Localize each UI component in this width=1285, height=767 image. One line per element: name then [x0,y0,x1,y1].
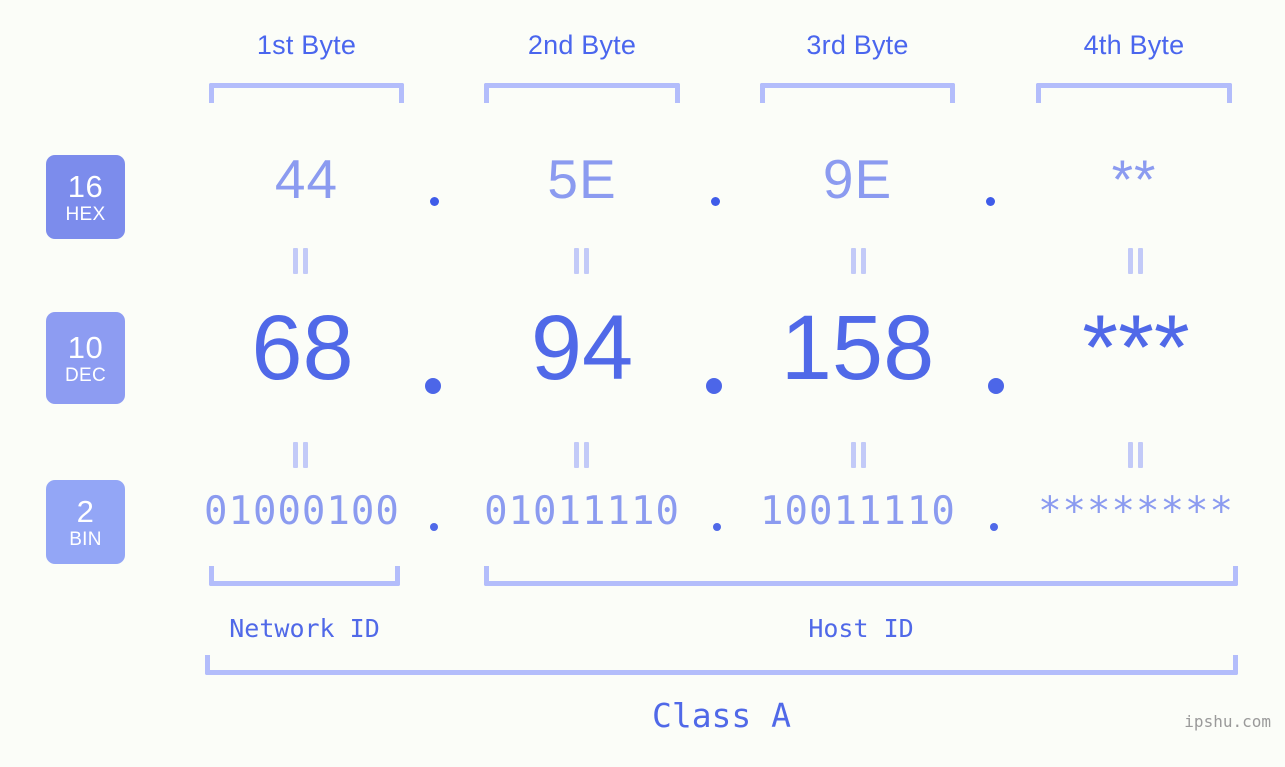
byte-header-3: 3rd Byte [806,30,909,60]
equals-marker-dec-bin-3 [851,442,866,468]
byte-bracket-1 [209,83,404,103]
byte-header-2: 2nd Byte [527,30,637,60]
dec-octet-2: 94 [530,297,634,399]
equals-marker-dec-bin-4 [1128,442,1143,468]
base-badge-bin: 2 BIN [46,480,125,564]
bin-dot-2 [713,523,721,531]
bin-octet-3: 10011110 [760,489,956,534]
base-badge-hex: 16 HEX [46,155,125,239]
base-badge-bin-abbr: BIN [69,528,102,550]
base-badge-dec: 10 DEC [46,312,125,404]
bin-octet-4: ******** [1038,489,1234,534]
hex-dot-2 [711,197,720,206]
byte-bracket-2 [484,83,680,103]
hex-octet-1: 44 [274,148,339,210]
equals-marker-dec-bin-1 [293,442,308,468]
host-id-bracket [484,566,1238,586]
equals-marker-hex-dec-3 [851,248,866,274]
byte-header-4: 4th Byte [1083,30,1185,60]
hex-octet-3: 9E [822,148,893,210]
bin-octet-1: 01000100 [204,489,400,534]
equals-marker-hex-dec-4 [1128,248,1143,274]
dec-octet-4: *** [1082,297,1190,399]
bin-dot-3 [990,523,998,531]
base-badge-dec-number: 10 [67,329,104,365]
hex-octet-4: ** [1111,148,1157,210]
class-label: Class A [651,696,792,735]
byte-header-1: 1st Byte [256,30,357,60]
bin-dot-1 [430,523,438,531]
dec-octet-3: 158 [780,297,935,399]
equals-marker-hex-dec-2 [574,248,589,274]
base-badge-hex-number: 16 [67,168,104,204]
base-badge-hex-abbr: HEX [65,203,106,225]
hex-dot-1 [430,197,439,206]
site-watermark: ipshu.com [1184,712,1271,731]
base-badge-bin-number: 2 [76,493,95,529]
dec-dot-3 [988,378,1004,394]
base-badge-dec-abbr: DEC [64,364,106,386]
ip-breakdown-diagram: 1st Byte 2nd Byte 3rd Byte 4th Byte 16 H… [0,0,1285,767]
dec-dot-1 [425,378,441,394]
byte-bracket-4 [1036,83,1232,103]
network-id-bracket [209,566,400,586]
equals-marker-hex-dec-1 [293,248,308,274]
hex-octet-2: 5E [547,148,617,210]
byte-bracket-3 [760,83,955,103]
equals-marker-dec-bin-2 [574,442,589,468]
class-bracket [205,655,1238,675]
hex-dot-3 [986,197,995,206]
network-id-label: Network ID [229,614,380,643]
host-id-label: Host ID [808,614,914,643]
dec-octet-1: 68 [251,297,354,399]
bin-octet-2: 01011110 [484,489,680,534]
dec-dot-2 [706,378,722,394]
